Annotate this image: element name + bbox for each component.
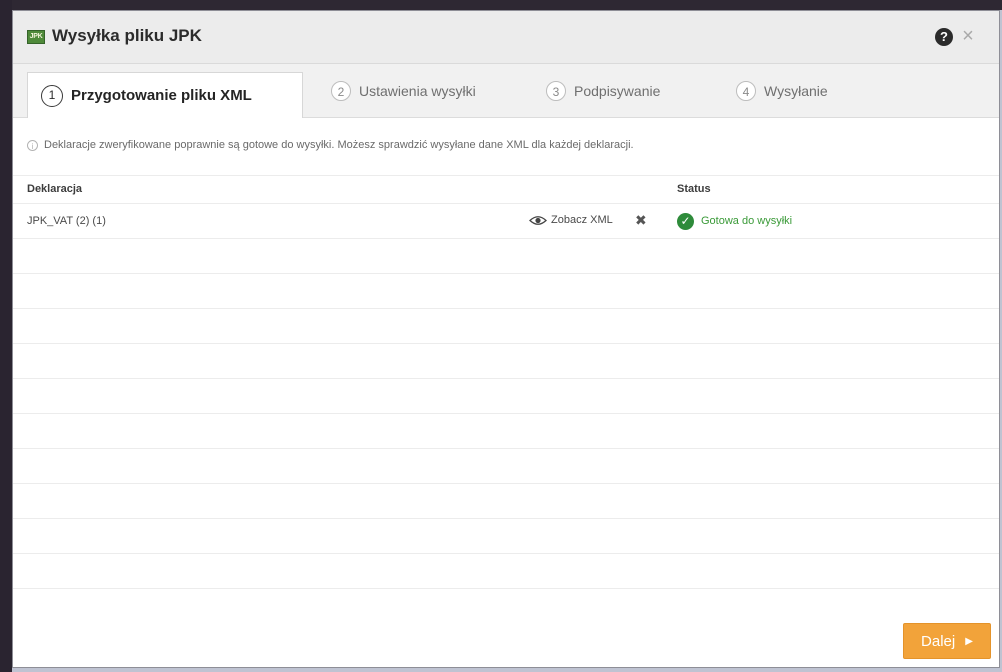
step-number-badge: 2	[331, 80, 351, 101]
tab-step-4[interactable]: 4 Wysyłanie	[736, 64, 828, 117]
declaration-name: JPK_VAT (2) (1)	[27, 215, 106, 227]
view-xml-label: Zobacz XML	[551, 214, 613, 226]
info-icon: i	[27, 139, 38, 151]
question-circle-icon[interactable]: ?	[935, 28, 953, 46]
step-number-badge: 3	[546, 80, 566, 101]
column-header-declaration: Deklaracja	[27, 183, 83, 195]
eye-icon	[529, 215, 547, 225]
tab-step-3[interactable]: 3 Podpisywanie	[546, 64, 660, 117]
dialog-titlebar: JPK Wysyłka pliku JPK ? ×	[13, 11, 999, 64]
tab-label: Przygotowanie pliku XML	[71, 87, 252, 104]
next-button[interactable]: Dalej ▶	[903, 623, 991, 659]
next-button-label: Dalej	[921, 632, 956, 650]
window-frame-left	[0, 0, 12, 672]
close-icon[interactable]: ×	[959, 26, 977, 46]
remove-icon[interactable]: ✖	[635, 212, 647, 228]
info-text: Deklaracje zweryfikowane poprawnie są go…	[44, 139, 634, 151]
view-xml-link[interactable]: Zobacz XML	[529, 214, 613, 226]
check-circle-icon: ✓	[677, 213, 694, 230]
tab-label: Wysyłanie	[764, 82, 828, 99]
dialog-title: Wysyłka pliku JPK	[52, 26, 202, 45]
wizard-steps: 1 Przygotowanie pliku XML 2 Ustawienia w…	[13, 64, 999, 118]
table-grid-lines	[13, 175, 999, 667]
tab-step-1[interactable]: 1 Przygotowanie pliku XML	[27, 72, 303, 118]
play-arrow-icon: ▶	[965, 635, 973, 647]
window-frame-top	[0, 0, 1002, 10]
info-message: i Deklaracje zweryfikowane poprawnie są …	[27, 139, 634, 151]
tab-step-2[interactable]: 2 Ustawienia wysyłki	[331, 64, 476, 117]
jpk-logo-icon: JPK	[27, 30, 45, 44]
tab-label: Ustawienia wysyłki	[359, 82, 476, 99]
jpk-send-dialog: JPK Wysyłka pliku JPK ? × 1 Przygotowani…	[12, 10, 1000, 668]
step-number-badge: 4	[736, 80, 756, 101]
column-header-status: Status	[677, 183, 711, 195]
tab-label: Podpisywanie	[574, 82, 661, 99]
step-number-badge: 1	[41, 84, 63, 107]
status-badge: Gotowa do wysyłki	[701, 215, 793, 227]
